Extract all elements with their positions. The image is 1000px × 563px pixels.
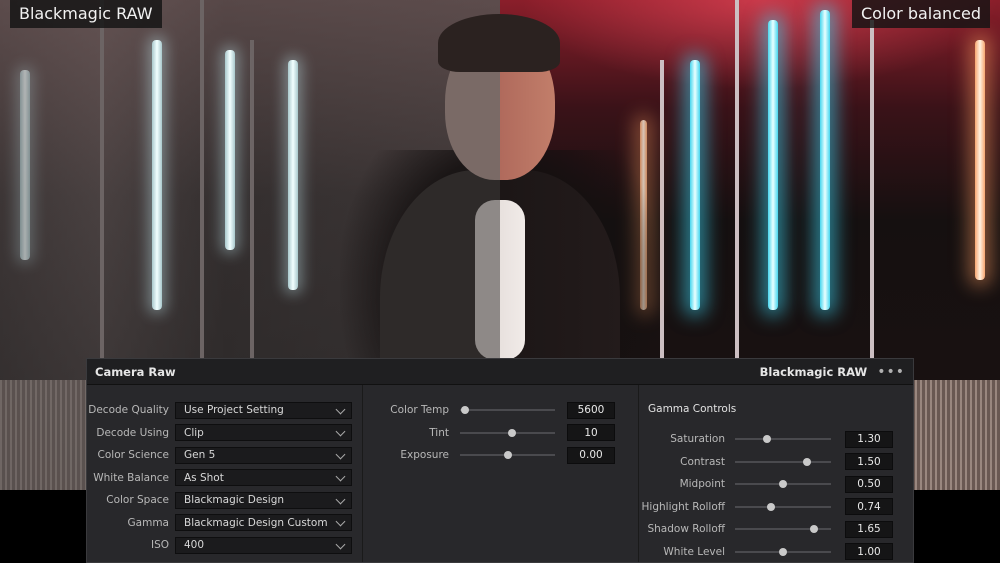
decode-using-dropdown[interactable]: Clip — [175, 424, 352, 441]
saturation-value[interactable]: 1.30 — [845, 430, 893, 448]
chevron-down-icon — [335, 426, 346, 437]
midpoint-value[interactable]: 0.50 — [845, 475, 893, 493]
gamma-dropdown[interactable]: Blackmagic Design Custom — [175, 514, 352, 531]
saturation-slider[interactable] — [735, 435, 831, 443]
tint-row: Tint 10 — [363, 424, 638, 442]
decode-settings: Decode Quality Use Project Setting Decod… — [87, 385, 363, 562]
more-horizontal-icon[interactable]: ••• — [877, 365, 905, 379]
balanced-label: Color balanced — [851, 0, 990, 28]
slider-knob[interactable] — [766, 502, 775, 511]
white-level-row: White Level 1.00 — [639, 543, 913, 561]
slider-knob[interactable] — [762, 435, 771, 443]
chevron-down-icon — [335, 404, 346, 414]
gamma-controls: Gamma Controls Saturation 1.30 Contrast … — [639, 385, 913, 562]
color-space-dropdown[interactable]: Blackmagic Design — [175, 491, 352, 509]
chevron-down-icon — [335, 494, 346, 504]
contrast-slider[interactable] — [735, 457, 831, 466]
iso-row: ISO 400 — [87, 536, 362, 554]
original-label: Blackmagic RAW — [10, 0, 162, 28]
exposure-slider[interactable] — [460, 451, 555, 459]
white-level-slider[interactable] — [735, 547, 831, 556]
chevron-down-icon — [335, 516, 346, 527]
color-temp-slider[interactable] — [460, 406, 555, 414]
white-level-value[interactable]: 1.00 — [845, 543, 893, 560]
color-science-row: Color Science Gen 5 — [87, 446, 362, 464]
slider-knob[interactable] — [503, 451, 512, 459]
color-settings: Color Temp 5600 Tint 10 Exposure 0.00 — [363, 385, 639, 562]
highlight-rolloff-value[interactable]: 0.74 — [845, 498, 893, 515]
decode-quality-row: Decode Quality Use Project Setting — [87, 401, 362, 419]
exposure-row: Exposure 0.00 — [363, 446, 638, 464]
saturation-row: Saturation 1.30 — [639, 430, 913, 448]
color-temp-row: Color Temp 5600 — [363, 401, 638, 419]
shadow-rolloff-value[interactable]: 1.65 — [845, 520, 893, 538]
slider-knob[interactable] — [809, 525, 818, 533]
color-science-dropdown[interactable]: Gen 5 — [175, 446, 352, 464]
raw-format-label: Blackmagic RAW — [759, 364, 868, 379]
gamma-controls-title: Gamma Controls — [648, 403, 737, 415]
midpoint-row: Midpoint 0.50 — [639, 475, 913, 493]
slider-knob[interactable] — [779, 480, 787, 488]
chevron-down-icon — [335, 471, 346, 482]
white-balance-dropdown[interactable]: As Shot — [175, 469, 352, 486]
slider-knob[interactable] — [779, 547, 787, 556]
chevron-down-icon — [335, 539, 346, 549]
camera-raw-panel: Camera Raw Blackmagic RAW ••• Decode Qua… — [86, 358, 914, 563]
white-balance-row: White Balance As Shot — [87, 469, 362, 487]
exposure-value[interactable]: 0.00 — [567, 446, 615, 464]
contrast-row: Contrast 1.50 — [639, 453, 913, 471]
panel-title: Camera Raw — [95, 364, 176, 379]
color-temp-value[interactable]: 5600 — [567, 401, 615, 419]
tint-value[interactable]: 10 — [567, 424, 615, 441]
decode-using-row: Decode Using Clip — [87, 424, 362, 442]
highlight-rolloff-row: Highlight Rolloff 0.74 — [639, 498, 913, 516]
midpoint-slider[interactable] — [735, 480, 831, 488]
contrast-value[interactable]: 1.50 — [845, 453, 893, 470]
iso-dropdown[interactable]: 400 — [175, 536, 352, 554]
gamma-row: Gamma Blackmagic Design Custom — [87, 514, 362, 532]
color-space-row: Color Space Blackmagic Design — [87, 491, 362, 509]
slider-knob[interactable] — [508, 428, 517, 437]
tint-slider[interactable] — [460, 428, 555, 437]
highlight-rolloff-slider[interactable] — [735, 502, 831, 511]
slider-knob[interactable] — [803, 457, 811, 466]
decode-quality-dropdown[interactable]: Use Project Setting — [175, 401, 352, 419]
panel-header: Camera Raw Blackmagic RAW ••• — [87, 359, 913, 385]
chevron-down-icon — [335, 449, 346, 459]
slider-knob[interactable] — [460, 406, 469, 414]
shadow-rolloff-row: Shadow Rolloff 1.65 — [639, 520, 913, 538]
shadow-rolloff-slider[interactable] — [735, 525, 831, 533]
